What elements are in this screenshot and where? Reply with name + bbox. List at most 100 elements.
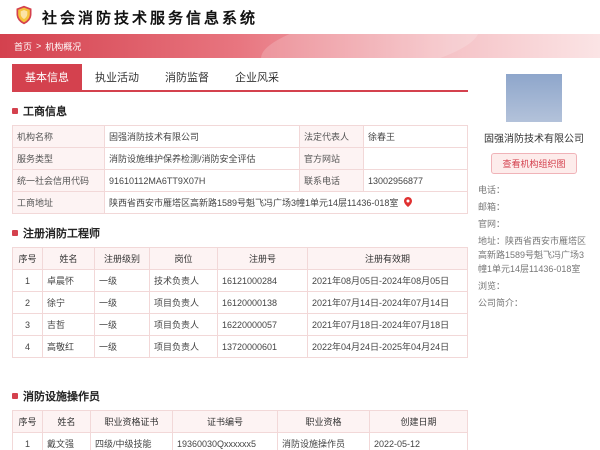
breadcrumb: 首页 > 机构概况 — [14, 40, 81, 53]
table-cell: 19360030Qxxxxxx5 — [172, 432, 278, 450]
table-cell: 2021年08月05日-2024年08月05日 — [307, 269, 468, 292]
field-label: 法定代表人 — [299, 125, 364, 148]
table-cell: 2022年04月24日-2025年04月24日 — [307, 335, 468, 358]
table-cell: 16121000284 — [217, 269, 308, 292]
table-cell: 一级 — [94, 291, 150, 314]
table-row: 1 卓晨怀 一级 技术负责人 16121000284 2021年08月05日-2024年0… — [12, 269, 468, 292]
column-header: 职业资格证书 — [90, 410, 173, 433]
email-row: 邮箱： — [478, 201, 506, 212]
column-header: 姓名 — [42, 410, 91, 433]
section-operators-title: 消防设施操作员 — [12, 388, 468, 404]
table-cell: 一级 — [94, 335, 150, 358]
operators-table: 序号 姓名 职业资格证书 证书编号 职业资格 创建日期 1 戴文强 四级/中级技能 193600… — [12, 410, 468, 450]
column-header: 注册有效期 — [307, 247, 468, 270]
views-row: 浏览： — [478, 280, 506, 291]
engineers-table: 序号 姓名 注册级别 岗位 注册号 注册有效期 1 卓晨怀 一级 技术负责人 1612100028… — [12, 247, 468, 358]
phone-value: 13002956877 — [363, 169, 468, 192]
table-cell: 徐宁 — [42, 291, 95, 314]
table-cell: 2022-05-12 — [369, 432, 468, 450]
field-label: 统一社会信用代码 — [12, 169, 105, 192]
table-cell: 高敬红 — [42, 335, 95, 358]
table-cell: 4 — [12, 335, 43, 358]
page: 社会消防技术服务信息系统 首页 > 机构概况 基本信息 执业活动 消防监督 企业… — [0, 0, 600, 450]
legal-rep-value: 徐春王 — [363, 125, 468, 148]
table-row: 机构名称 固强消防技术有限公司 法定代表人 徐春王 — [12, 125, 468, 148]
company-contact-info: 电话： 邮箱： 官网： 地址：陕西省西安市雁塔区高新路1589号魁飞冯广场3幢1… — [478, 184, 590, 311]
table-header-row: 序号 姓名 职业资格证书 证书编号 职业资格 创建日期 — [12, 410, 468, 433]
section-bullet-icon — [12, 393, 18, 399]
location-pin-icon[interactable] — [403, 197, 412, 209]
column-header: 证书编号 — [172, 410, 278, 433]
table-row: 服务类型 消防设施维护保养检测/消防安全评估 官方网站 — [12, 147, 468, 170]
company-sidebar: 固强消防技术有限公司 查看机构组织图 电话： 邮箱： 官网： 地址：陕西省西安市… — [474, 58, 600, 314]
table-cell: 2021年07月18日-2024年07月18日 — [307, 313, 468, 336]
table-row: 3 吉哲 一级 项目负责人 16220000057 2021年07月18日-2024年07… — [12, 313, 468, 336]
table-cell: 四级/中级技能 — [90, 432, 173, 450]
table-cell: 技术负责人 — [149, 269, 218, 292]
column-header: 注册级别 — [94, 247, 150, 270]
column-header: 序号 — [12, 410, 43, 433]
tab-company-showcase[interactable]: 企业风采 — [222, 64, 292, 90]
table-cell: 消防设施操作员 — [277, 432, 370, 450]
section-bullet-icon — [12, 108, 18, 114]
table-cell: 2021年07月14日-2024年07月14日 — [307, 291, 468, 314]
table-cell: 一级 — [94, 313, 150, 336]
tab-bar: 基本信息 执业活动 消防监督 企业风采 — [12, 64, 468, 92]
table-header-row: 序号 姓名 注册级别 岗位 注册号 注册有效期 — [12, 247, 468, 270]
main-content: 基本信息 执业活动 消防监督 企业风采 工商信息 机构名称 固强消防技术有限公司… — [0, 58, 474, 450]
table-row: 4 高敬红 一级 项目负责人 13720000601 2022年04月24日-2025年0… — [12, 335, 468, 358]
column-header: 职业资格 — [277, 410, 370, 433]
company-photo — [506, 74, 562, 122]
column-header: 创建日期 — [369, 410, 468, 433]
credit-code-value: 91610112MA6TT9X07H — [104, 169, 300, 192]
section-title-text: 工商信息 — [23, 106, 67, 118]
breadcrumb-home-link[interactable]: 首页 — [14, 40, 32, 53]
app-header: 社会消防技术服务信息系统 — [0, 0, 600, 34]
table-cell: 3 — [12, 313, 43, 336]
view-org-chart-button[interactable]: 查看机构组织图 — [491, 153, 577, 174]
table-cell: 项目负责人 — [149, 335, 218, 358]
table-cell: 13720000601 — [217, 335, 308, 358]
section-bullet-icon — [12, 230, 18, 236]
tab-basic-info[interactable]: 基本信息 — [12, 64, 82, 90]
website-value — [363, 147, 468, 170]
table-row: 2 徐宁 一级 项目负责人 16120000138 2021年07月14日-2024年07… — [12, 291, 468, 314]
address-row: 地址：陕西省西安市雁塔区高新路1589号魁飞冯广场3幢1单元14层11436-0… — [478, 235, 587, 274]
section-business-info-title: 工商信息 — [12, 103, 468, 119]
section-title-text: 注册消防工程师 — [23, 228, 100, 240]
table-cell: 1 — [12, 432, 43, 450]
column-header: 岗位 — [149, 247, 218, 270]
field-label: 工商地址 — [12, 191, 105, 214]
breadcrumb-current: 机构概况 — [45, 41, 82, 52]
address-value: 陕西省西安市雁塔区高新路1589号魁飞冯广场3幢1单元14层11436-018室 — [109, 198, 399, 208]
table-cell: 16220000057 — [217, 313, 308, 336]
intro-row: 公司简介： — [478, 297, 524, 308]
address-cell: 陕西省西安市雁塔区高新路1589号魁飞冯广场3幢1单元14层11436-018室 — [104, 191, 468, 214]
table-cell: 项目负责人 — [149, 291, 218, 314]
table-row: 统一社会信用代码 91610112MA6TT9X07H 联系电话 1300295… — [12, 169, 468, 192]
table-cell: 项目负责人 — [149, 313, 218, 336]
field-label: 服务类型 — [12, 147, 105, 170]
table-cell: 吉哲 — [42, 313, 95, 336]
table-row: 工商地址 陕西省西安市雁塔区高新路1589号魁飞冯广场3幢1单元14层11436… — [12, 191, 468, 214]
table-cell: 一级 — [94, 269, 150, 292]
tab-practice-activity[interactable]: 执业活动 — [82, 64, 152, 90]
business-info-table: 机构名称 固强消防技术有限公司 法定代表人 徐春王 服务类型 消防设施维护保养检… — [12, 125, 468, 214]
table-cell: 16120000138 — [217, 291, 308, 314]
website-row: 官网： — [478, 218, 506, 229]
shield-logo-icon — [14, 5, 34, 30]
field-label: 联系电话 — [299, 169, 364, 192]
table-cell: 1 — [12, 269, 43, 292]
sidebar-company-name: 固强消防技术有限公司 — [484, 134, 584, 145]
section-title-text: 消防设施操作员 — [23, 391, 100, 403]
table-row: 1 戴文强 四级/中级技能 19360030Qxxxxxx5 消防设施操作员 2022-0… — [12, 432, 468, 450]
table-cell: 2 — [12, 291, 43, 314]
field-label: 官方网站 — [299, 147, 364, 170]
phone-row: 电话： — [478, 185, 506, 195]
org-name-value: 固强消防技术有限公司 — [104, 125, 300, 148]
banner: 首页 > 机构概况 — [0, 34, 600, 58]
column-header: 姓名 — [42, 247, 95, 270]
tab-fire-supervision[interactable]: 消防监督 — [152, 64, 222, 90]
service-type-value: 消防设施维护保养检测/消防安全评估 — [104, 147, 300, 170]
section-engineers-title: 注册消防工程师 — [12, 225, 468, 241]
